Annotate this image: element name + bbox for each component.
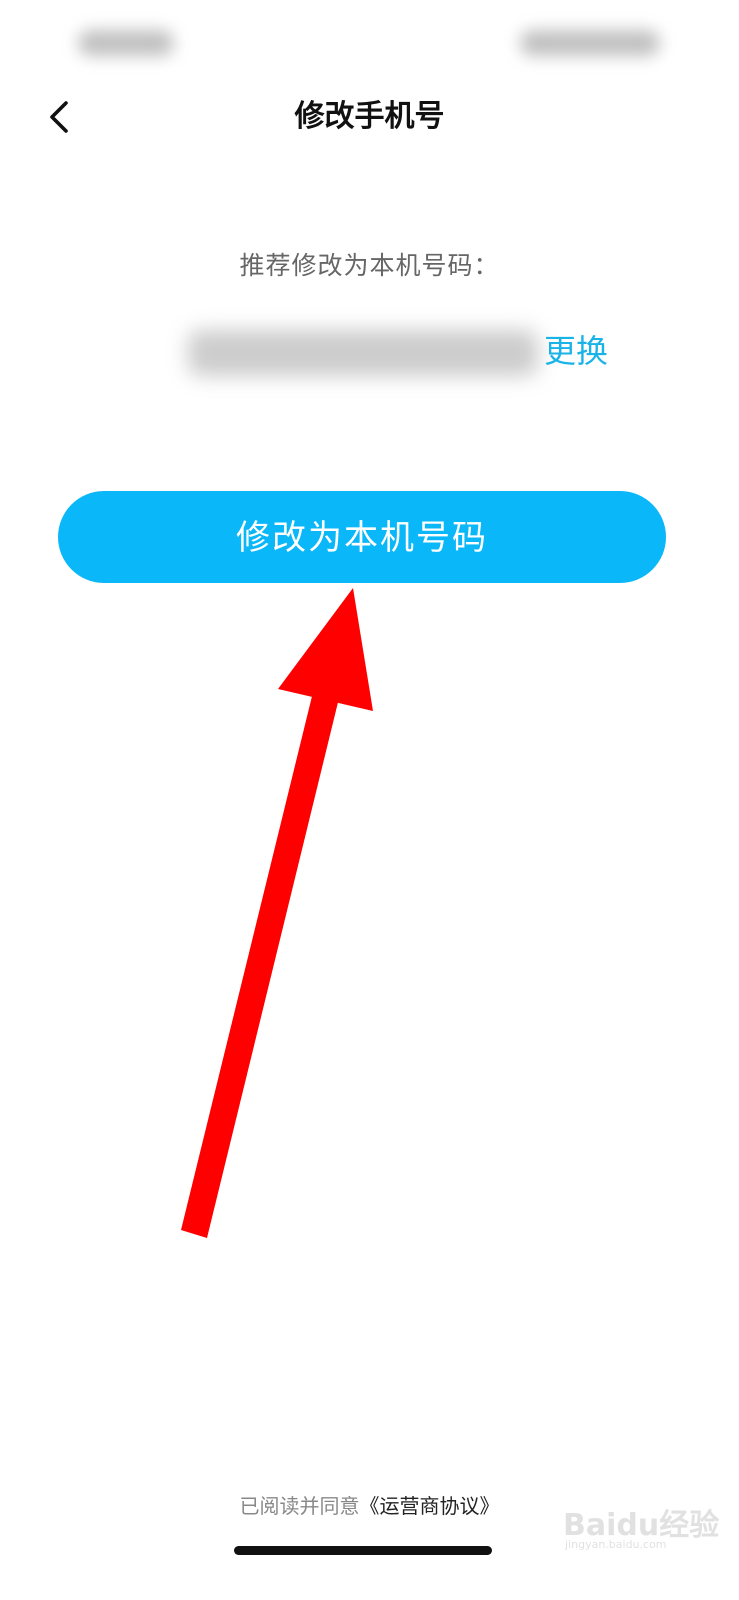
home-indicator[interactable] bbox=[234, 1546, 492, 1555]
status-bar bbox=[0, 0, 739, 80]
agreement-link[interactable]: 《运营商协议》 bbox=[360, 1494, 500, 1518]
phone-number-blurred bbox=[188, 330, 538, 376]
status-time-blurred bbox=[78, 30, 174, 56]
change-to-local-number-button[interactable]: 修改为本机号码 bbox=[58, 491, 666, 583]
back-button[interactable] bbox=[36, 92, 86, 142]
agreement-prefix: 已阅读并同意 bbox=[239, 1494, 360, 1518]
arrow-head bbox=[278, 588, 373, 711]
phone-row: 更换 bbox=[0, 318, 739, 388]
arrow-shaft bbox=[181, 684, 341, 1238]
watermark-sub: jingyan.baidu.com bbox=[565, 1538, 667, 1551]
status-icons-blurred bbox=[520, 30, 660, 56]
change-link[interactable]: 更换 bbox=[544, 326, 608, 372]
red-arrow-annotation bbox=[181, 588, 373, 1238]
agreement-row: 已阅读并同意《运营商协议》 bbox=[0, 1490, 739, 1519]
chevron-left-icon bbox=[50, 101, 68, 133]
recommend-label: 推荐修改为本机号码： bbox=[239, 251, 500, 280]
page-title: 修改手机号 bbox=[294, 99, 445, 134]
nav-bar: 修改手机号 bbox=[0, 80, 739, 154]
